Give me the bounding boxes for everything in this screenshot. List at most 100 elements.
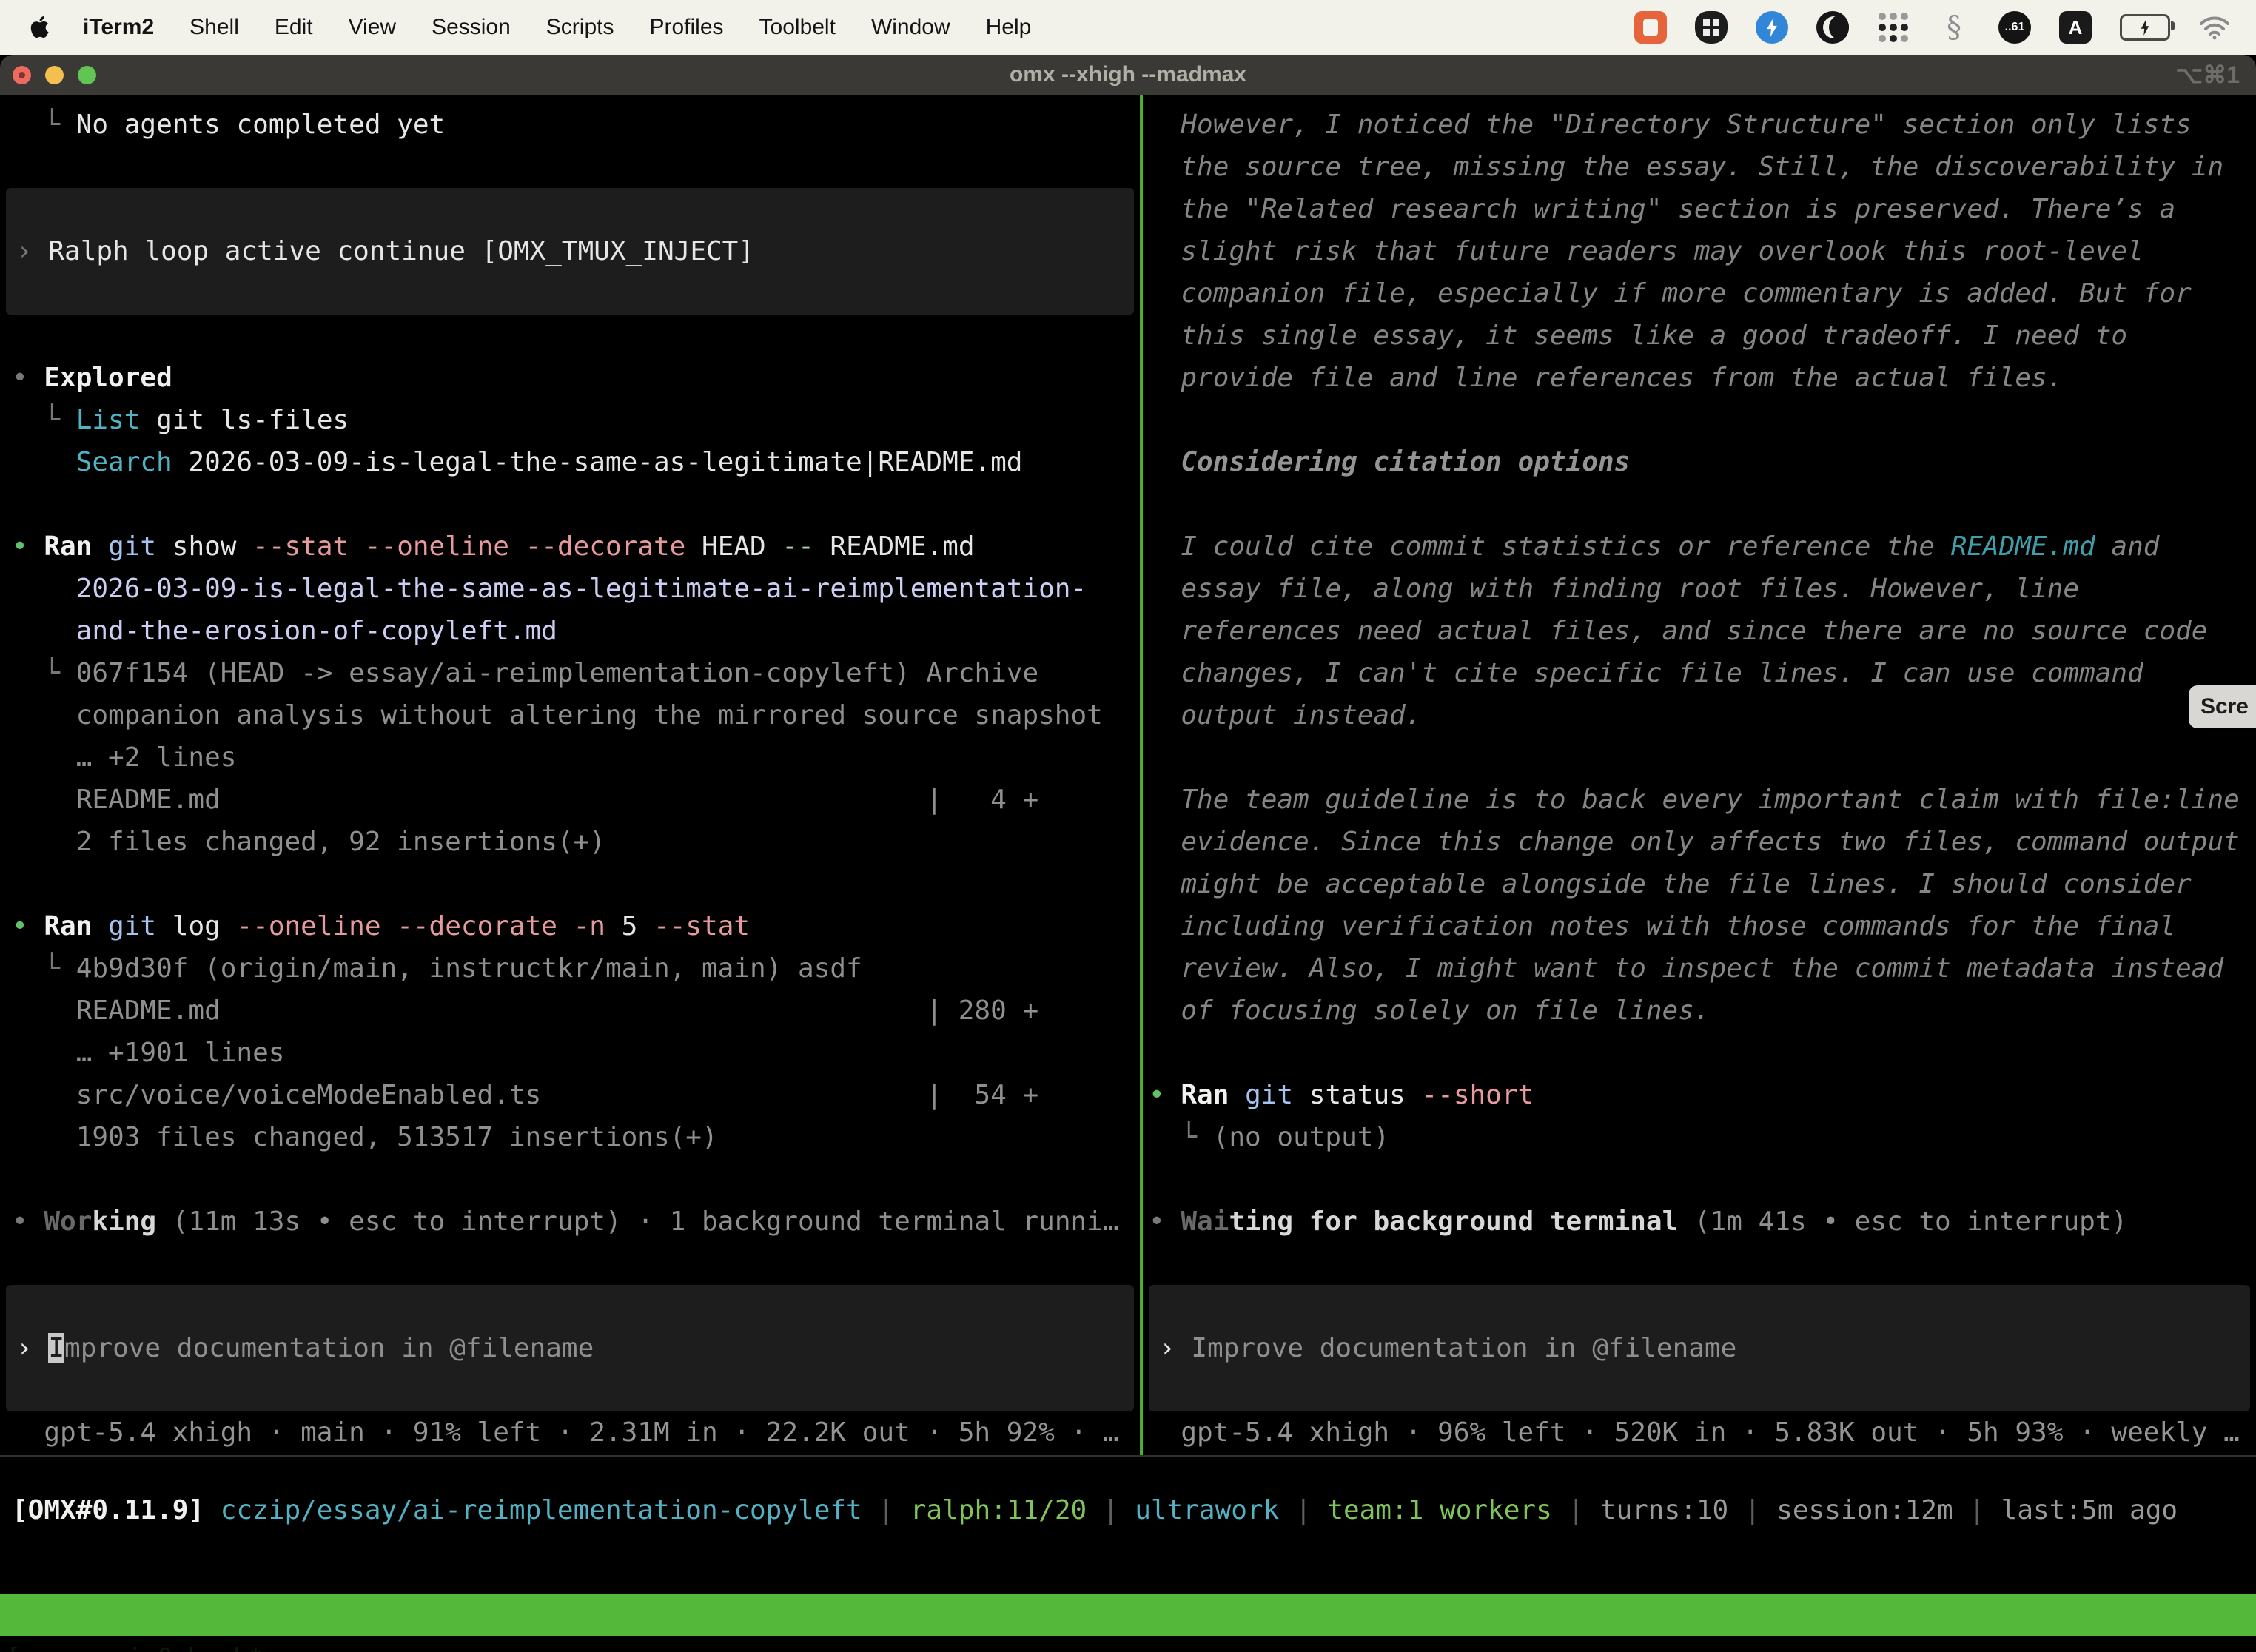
bullet-glyph: • bbox=[1149, 1206, 1181, 1237]
reasoning-line: might be acceptable alongside the file l… bbox=[1143, 863, 2256, 905]
chat-app-icon[interactable] bbox=[1634, 11, 1667, 44]
messenger-bolt-icon[interactable] bbox=[1756, 11, 1788, 44]
git-log-output: └ 4b9d30f (origin/main, instructkr/main,… bbox=[0, 947, 1140, 990]
right-prompt-input[interactable]: › Improve documentation in @filename bbox=[1149, 1285, 2250, 1411]
window-title: omx --xhigh --madmax bbox=[0, 62, 2256, 87]
menu-item-app[interactable]: iTerm2 bbox=[65, 15, 172, 40]
reasoning-line: review. Also, I might want to inspect th… bbox=[1143, 947, 2256, 990]
prompt-chevron: › bbox=[1159, 1333, 1191, 1363]
pane-divider[interactable] bbox=[1140, 95, 1143, 1455]
title-bar: omx --xhigh --madmax ⌥⌘1 bbox=[0, 55, 2256, 95]
menu-item-profiles[interactable]: Profiles bbox=[631, 15, 741, 40]
tree-glyph: └ bbox=[44, 953, 75, 984]
reasoning-line: changes, I can't cite specific file line… bbox=[1143, 652, 2256, 694]
bullet-glyph: • bbox=[12, 363, 44, 393]
right-model-status-line: gpt-5.4 xhigh · 96% left · 520K in · 5.8… bbox=[1143, 1411, 2256, 1454]
reasoning-line: essay file, along with finding root file… bbox=[1143, 568, 2256, 610]
reasoning-line: including verification notes with those … bbox=[1143, 905, 2256, 947]
working-status-line: • Working (11m 13s • esc to interrupt) ·… bbox=[0, 1201, 1140, 1243]
bullet-glyph: • bbox=[12, 531, 44, 562]
menu-bar-status-icons: § ..61 A bbox=[1634, 11, 2231, 44]
no-agents-line: └ No agents completed yet bbox=[0, 104, 1140, 146]
left-model-status-line: gpt-5.4 xhigh · main · 91% left · 2.31M … bbox=[0, 1411, 1140, 1454]
git-status-output: └ (no output) bbox=[1143, 1116, 2256, 1158]
dots-grid-icon[interactable] bbox=[1877, 11, 1910, 44]
bullet-glyph: • bbox=[12, 911, 44, 941]
explored-search-line: Search 2026-03-09-is-legal-the-same-as-l… bbox=[0, 441, 1140, 483]
menu-item-session[interactable]: Session bbox=[414, 15, 528, 40]
explored-header: • Explored bbox=[0, 357, 1140, 399]
omx-status-bar: [OMX#0.11.9] cczip/essay/ai-reimplementa… bbox=[12, 1489, 2178, 1531]
menu-bar: iTerm2 Shell Edit View Session Scripts P… bbox=[0, 0, 2256, 55]
moon-circle-icon[interactable] bbox=[1816, 11, 1849, 44]
screen-share-tab[interactable]: Scre bbox=[2189, 685, 2256, 728]
reasoning-line: companion file, especially if more comme… bbox=[1143, 272, 2256, 315]
git-show-output: └ 067f154 (HEAD -> essay/ai-reimplementa… bbox=[0, 652, 1140, 694]
menu-item-help[interactable]: Help bbox=[968, 15, 1050, 40]
bullet-glyph: • bbox=[1149, 1080, 1181, 1110]
git-show-command: • Ran git show --stat --oneline --decora… bbox=[0, 526, 1140, 568]
omx-turns: turns:10 bbox=[1600, 1495, 1728, 1525]
git-show-output: companion analysis without altering the … bbox=[0, 694, 1140, 736]
chevron-glyph: › bbox=[16, 236, 48, 266]
git-status-command: • Ran git status --short bbox=[1143, 1074, 2256, 1116]
shield-grid-icon[interactable] bbox=[1695, 11, 1728, 44]
reasoning-line: this single essay, it seems like a good … bbox=[1143, 315, 2256, 357]
waiting-status-line: • Waiting for background terminal (1m 41… bbox=[1143, 1201, 2256, 1243]
git-log-stat-line: src/voice/voiceModeEnabled.ts | 54 + bbox=[0, 1074, 1140, 1116]
horizontal-separator bbox=[0, 1455, 2256, 1457]
tmux-session-window[interactable]: [omx-cczip0:bash* bbox=[6, 1636, 263, 1652]
left-prompt-input[interactable]: › Improve documentation in @filename bbox=[6, 1285, 1134, 1411]
git-show-output: 2026-03-09-is-legal-the-same-as-legitima… bbox=[0, 568, 1140, 610]
tree-glyph: └ bbox=[44, 658, 75, 688]
reasoning-line: However, I noticed the "Directory Struct… bbox=[1143, 104, 2256, 146]
omx-team-badge: team:1 workers bbox=[1327, 1495, 1551, 1525]
reasoning-line: output instead. bbox=[1143, 694, 2256, 736]
tmux-status-bar: [omx-cczip0:bash* "MacBook-Pro-44.local"… bbox=[0, 1594, 2256, 1636]
right-terminal-pane: However, I noticed the "Directory Struct… bbox=[1143, 104, 2256, 1454]
git-log-command: • Ran git log --oneline --decorate -n 5 … bbox=[0, 905, 1140, 947]
omx-last-activity: last:5m ago bbox=[2001, 1495, 2178, 1525]
git-show-stat-line: README.md | 4 + bbox=[0, 779, 1140, 821]
reasoning-line: I could cite commit statistics or refere… bbox=[1143, 526, 2256, 568]
reasoning-line: evidence. Since this change only affects… bbox=[1143, 821, 2256, 863]
a-app-icon[interactable]: A bbox=[2059, 11, 2092, 44]
menu-item-shell[interactable]: Shell bbox=[172, 15, 257, 40]
bullet-glyph: • bbox=[12, 1206, 44, 1237]
text-cursor: I bbox=[48, 1333, 64, 1363]
reasoning-line: of focusing solely on file lines. bbox=[1143, 990, 2256, 1032]
menu-item-window[interactable]: Window bbox=[853, 15, 968, 40]
git-log-output: … +1901 lines bbox=[0, 1032, 1140, 1074]
apple-menu-icon[interactable] bbox=[30, 15, 52, 40]
menu-item-edit[interactable]: Edit bbox=[257, 15, 331, 40]
wifi-icon[interactable] bbox=[2198, 11, 2231, 44]
git-log-stat-line: README.md | 280 + bbox=[0, 990, 1140, 1032]
reasoning-line: references need actual files, and since … bbox=[1143, 610, 2256, 652]
git-show-output: … +2 lines bbox=[0, 736, 1140, 779]
git-show-output: and-the-erosion-of-copyleft.md bbox=[0, 610, 1140, 652]
tree-glyph: └ bbox=[1181, 1122, 1212, 1152]
battery-icon[interactable] bbox=[2120, 14, 2170, 41]
reasoning-heading: Considering citation options bbox=[1143, 441, 2256, 483]
menu-item-view[interactable]: View bbox=[331, 15, 414, 40]
omx-version: [OMX#0.11.9] bbox=[12, 1495, 221, 1525]
left-terminal-pane: └ No agents completed yet › Ralph loop a… bbox=[0, 104, 1140, 1454]
menu-item-toolbelt[interactable]: Toolbelt bbox=[742, 15, 853, 40]
reasoning-line: the "Related research writing" section i… bbox=[1143, 188, 2256, 230]
omx-ultrawork-badge: ultrawork bbox=[1135, 1495, 1279, 1525]
menu-item-scripts[interactable]: Scripts bbox=[528, 15, 632, 40]
squiggle-icon[interactable]: § bbox=[1938, 11, 1970, 44]
iterm-window: omx --xhigh --madmax ⌥⌘1 └ No agents com… bbox=[0, 55, 2256, 1652]
prompt-chevron: › bbox=[16, 1333, 48, 1363]
reasoning-line: provide file and line references from th… bbox=[1143, 357, 2256, 399]
tree-glyph: └ bbox=[44, 110, 75, 140]
reasoning-line: slight risk that future readers may over… bbox=[1143, 230, 2256, 272]
omx-session-time: session:12m bbox=[1776, 1495, 1953, 1525]
readme-file-reference: README.md bbox=[1951, 531, 2095, 562]
timer-badge-icon[interactable]: ..61 bbox=[1998, 11, 2031, 44]
git-show-stat-line: 2 files changed, 92 insertions(+) bbox=[0, 821, 1140, 863]
omx-ralph-counter: ralph:11/20 bbox=[910, 1495, 1087, 1525]
omx-project-path: cczip/essay/ai-reimplementation-copyleft bbox=[221, 1495, 862, 1525]
reasoning-line: The team guideline is to back every impo… bbox=[1143, 779, 2256, 821]
tree-glyph: └ bbox=[44, 405, 75, 435]
